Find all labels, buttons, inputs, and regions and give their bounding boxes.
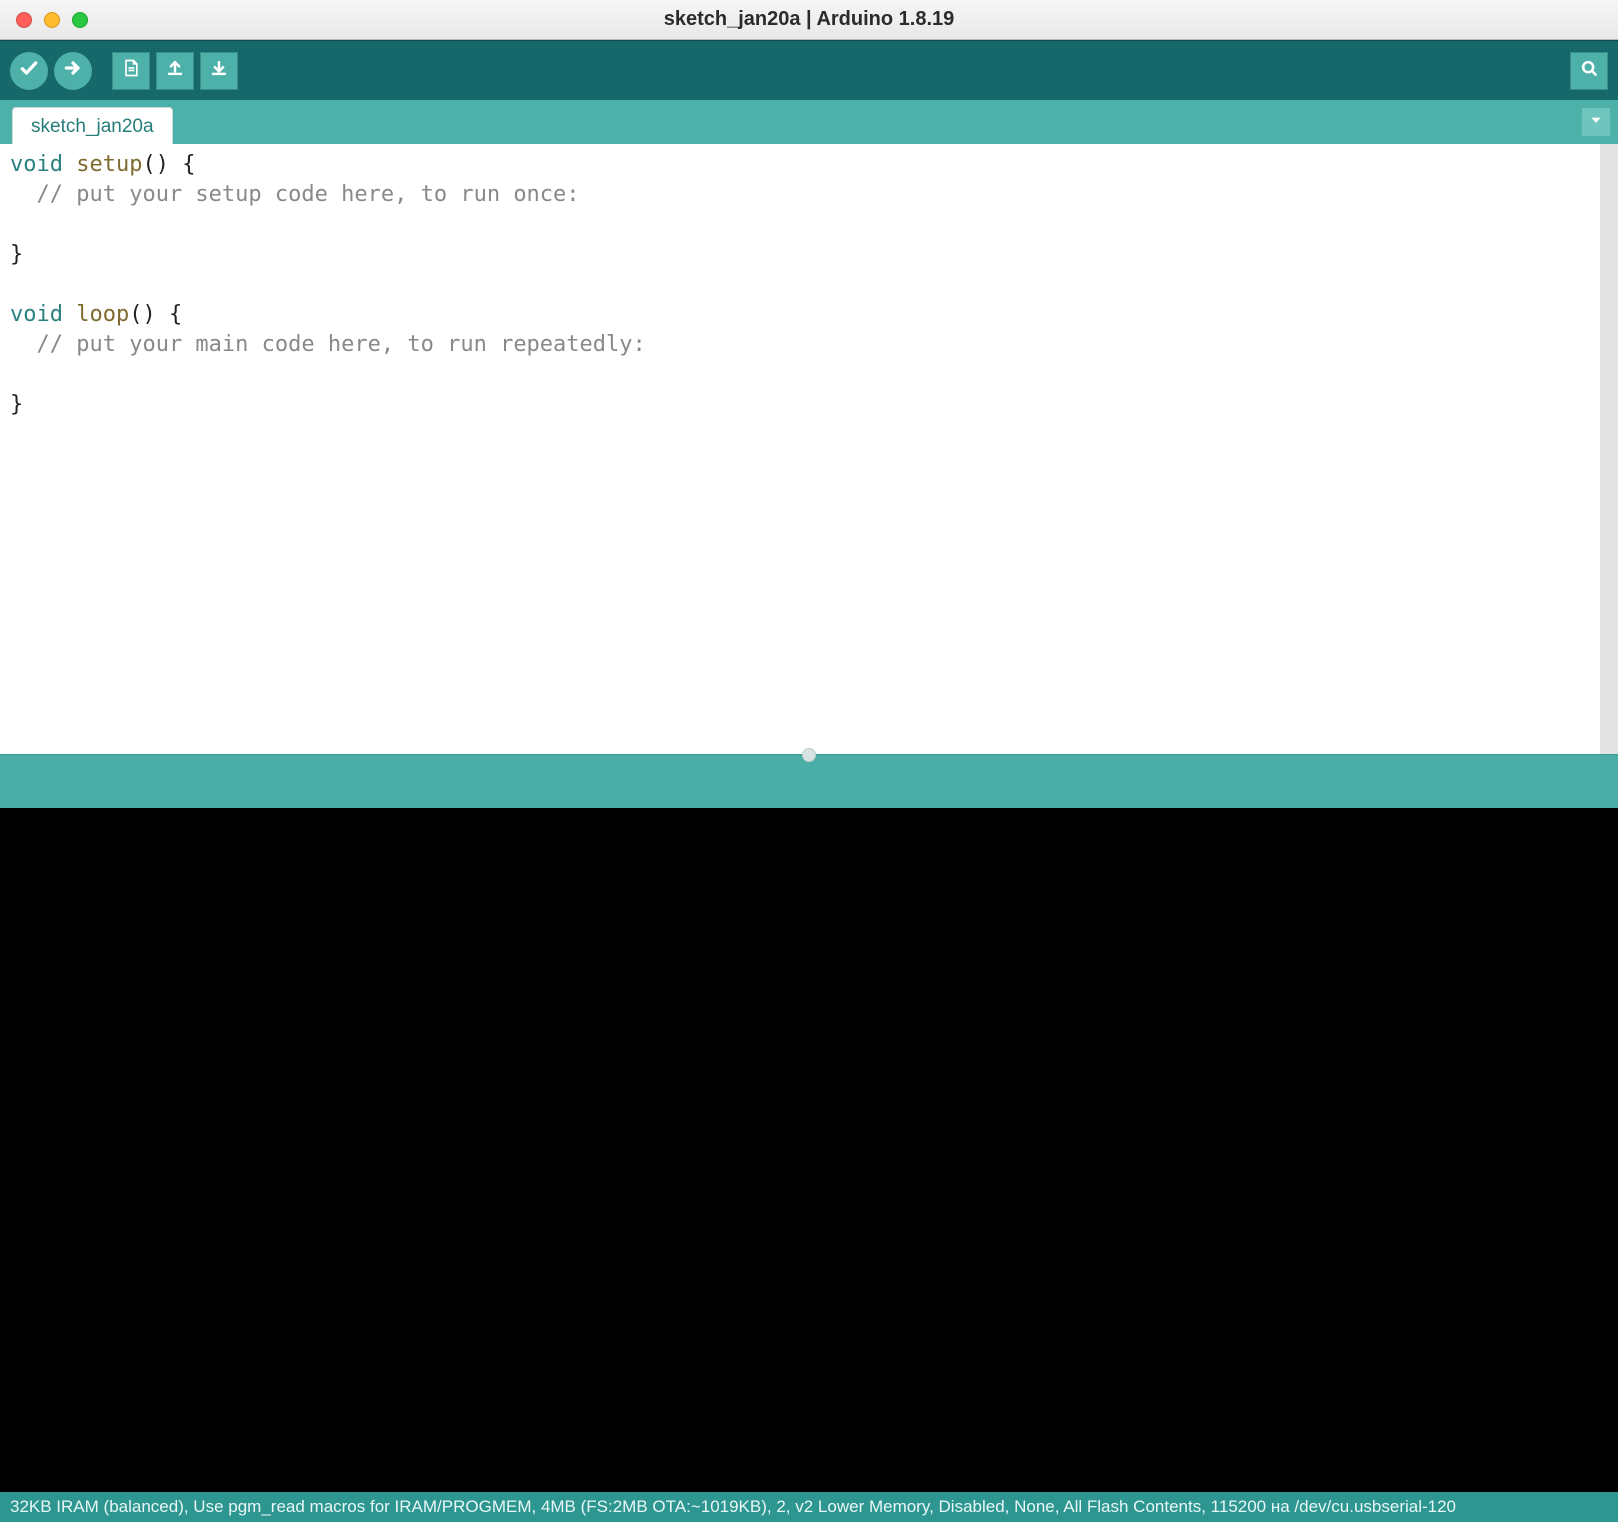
chevron-down-icon (1589, 113, 1603, 132)
code-line: } (10, 390, 1590, 420)
code-line: } (10, 240, 1590, 270)
window-titlebar: sketch_jan20a | Arduino 1.8.19 (0, 0, 1618, 40)
minimize-window-button[interactable] (44, 12, 60, 28)
zoom-window-button[interactable] (72, 12, 88, 28)
tab-label: sketch_jan20a (31, 116, 154, 137)
check-icon (19, 58, 39, 83)
new-sketch-button[interactable] (112, 52, 150, 90)
keyword-token: void (10, 152, 76, 177)
function-token: loop (76, 302, 129, 327)
code-editor[interactable]: void setup() { // put your setup code he… (0, 144, 1600, 754)
file-icon (121, 58, 141, 83)
close-window-button[interactable] (16, 12, 32, 28)
plain-token: () { (142, 152, 195, 177)
serial-monitor-button[interactable] (1570, 52, 1608, 90)
tab-menu-button[interactable] (1582, 108, 1610, 136)
plain-token: } (10, 392, 23, 417)
code-line (10, 360, 1590, 390)
plain-token (10, 272, 23, 297)
comment-token: // put your setup code here, to run once… (10, 182, 580, 207)
sketch-tab[interactable]: sketch_jan20a (12, 107, 173, 144)
code-editor-area: void setup() { // put your setup code he… (0, 144, 1618, 754)
status-strip (0, 754, 1618, 808)
download-icon (209, 58, 229, 83)
keyword-token: void (10, 302, 76, 327)
open-sketch-button[interactable] (156, 52, 194, 90)
window-controls (0, 12, 88, 28)
function-token: setup (76, 152, 142, 177)
search-icon (1579, 58, 1599, 83)
status-bar: 32KB IRAM (balanced), Use pgm_read macro… (0, 1492, 1618, 1522)
comment-token: // put your main code here, to run repea… (10, 332, 646, 357)
splitter-handle[interactable] (802, 748, 816, 762)
upload-up-icon (165, 58, 185, 83)
tab-bar: sketch_jan20a (0, 100, 1618, 144)
plain-token: } (10, 242, 23, 267)
window-title: sketch_jan20a | Arduino 1.8.19 (0, 8, 1618, 31)
upload-button[interactable] (54, 52, 92, 90)
code-line (10, 210, 1590, 240)
code-line: // put your setup code here, to run once… (10, 180, 1590, 210)
arrow-right-icon (63, 58, 83, 83)
plain-token: () { (129, 302, 182, 327)
board-status-text: 32KB IRAM (balanced), Use pgm_read macro… (10, 1497, 1456, 1517)
plain-token (10, 362, 23, 387)
verify-button[interactable] (10, 52, 48, 90)
code-line (10, 270, 1590, 300)
code-line: void loop() { (10, 300, 1590, 330)
main-toolbar (0, 40, 1618, 100)
code-line: void setup() { (10, 150, 1590, 180)
code-line: // put your main code here, to run repea… (10, 330, 1590, 360)
output-console[interactable] (0, 808, 1618, 1492)
save-sketch-button[interactable] (200, 52, 238, 90)
plain-token (10, 212, 23, 237)
